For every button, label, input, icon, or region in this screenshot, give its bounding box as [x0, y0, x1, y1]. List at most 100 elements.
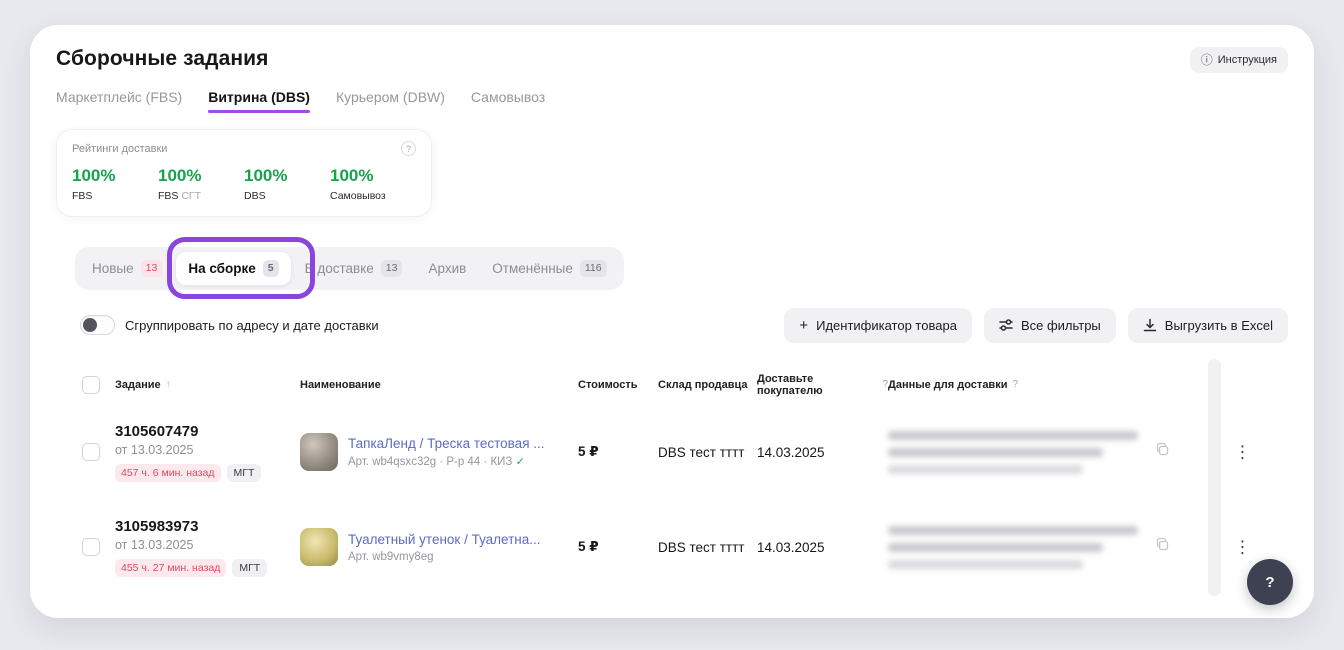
redacted-address-line	[888, 526, 1138, 535]
instruction-button[interactable]: ⓘ Инструкция	[1190, 47, 1288, 73]
row-menu-icon[interactable]: ⋮	[1230, 440, 1256, 465]
status-tab-archive[interactable]: Архив	[416, 253, 478, 284]
select-all-checkbox[interactable]	[82, 376, 100, 394]
filters-icon	[999, 318, 1013, 332]
tab-marketplace-fbs[interactable]: Маркетплейс (FBS)	[56, 89, 182, 117]
rating-dbs: 100% DBS	[244, 166, 330, 202]
redacted-address-line	[888, 448, 1103, 457]
sort-up-icon[interactable]: ↑	[166, 379, 171, 390]
product-id-button[interactable]: + Идентификатор товара	[784, 308, 972, 343]
all-filters-button-label: Все фильтры	[1021, 318, 1101, 333]
time-ago-badge: 455 ч. 27 мин. назад	[115, 559, 226, 577]
rating-label: Самовывоз	[330, 190, 416, 202]
delivery-data-help-icon[interactable]: ?	[1012, 379, 1018, 390]
info-icon: ⓘ	[1201, 54, 1213, 66]
row-checkbox[interactable]	[82, 538, 100, 556]
rating-pickup: 100% Самовывоз	[330, 166, 416, 202]
header-price: Стоимость	[578, 379, 638, 391]
export-excel-button-label: Выгрузить в Excel	[1165, 318, 1273, 333]
product-link[interactable]: ТапкаЛенд / Треска тестовая ...	[348, 436, 545, 451]
rating-label: FBS	[72, 190, 158, 202]
instruction-button-label: Инструкция	[1218, 54, 1277, 66]
deliver-by-cell: 14.03.2025	[757, 445, 888, 460]
redacted-address-line	[888, 465, 1083, 474]
copy-icon[interactable]	[1155, 537, 1170, 557]
status-tab-count: 116	[580, 260, 607, 277]
status-tab-new[interactable]: Новые 13	[80, 252, 174, 285]
price-cell: 5 ₽	[578, 539, 658, 555]
task-id[interactable]: 3105607479	[115, 423, 300, 440]
redacted-address-line	[888, 560, 1083, 569]
export-excel-button[interactable]: Выгрузить в Excel	[1128, 308, 1288, 343]
warehouse-cell: DBS тест тттт	[658, 540, 757, 555]
rating-fbs-sgt: 100% FBS СГТ	[158, 166, 244, 202]
status-tab-count: 13	[141, 260, 163, 277]
copy-icon[interactable]	[1155, 442, 1170, 462]
tasks-table: Задание ↑ Наименование Стоимость Склад п…	[56, 365, 1288, 595]
mgt-badge: МГТ	[227, 464, 262, 482]
group-toggle-label: Сгруппировать по адресу и дате доставки	[125, 318, 379, 333]
rating-value: 100%	[244, 166, 330, 186]
status-tab-label: На сборке	[188, 261, 255, 276]
rating-label-main: FBS	[158, 190, 178, 202]
tab-label: Курьером (DBW)	[336, 89, 445, 105]
product-link[interactable]: Туалетный утенок / Туалетна...	[348, 532, 541, 547]
price-cell: 5 ₽	[578, 444, 658, 460]
delivery-data-cell-redacted	[888, 431, 1138, 474]
header-deliver-by: Доставьте покупателю	[757, 373, 877, 397]
mgt-badge: МГТ	[232, 559, 267, 577]
header-name: Наименование	[300, 379, 381, 391]
row-checkbox[interactable]	[82, 443, 100, 461]
active-tab-underline	[208, 110, 310, 113]
status-tab-assembling[interactable]: На сборке 5	[176, 252, 290, 285]
status-tabs-wrap: Новые 13 На сборке 5 В доставке 13 Архив…	[75, 247, 624, 290]
help-fab-button[interactable]: ?	[1247, 559, 1293, 605]
tab-label: Витрина (DBS)	[208, 89, 310, 105]
product-sku-text: Арт. wb9vmy8eg	[348, 551, 434, 563]
ratings-help-icon[interactable]: ?	[401, 141, 416, 156]
status-tab-cancelled[interactable]: Отменённые 116	[480, 252, 618, 285]
product-thumbnail[interactable]	[300, 433, 338, 471]
toggle-knob	[83, 318, 97, 332]
rating-value: 100%	[72, 166, 158, 186]
task-date: от 13.03.2025	[115, 538, 300, 552]
status-tab-label: В доставке	[305, 261, 374, 276]
time-ago-badge: 457 ч. 6 мин. назад	[115, 464, 221, 482]
page-title: Сборочные задания	[56, 47, 269, 71]
redacted-address-line	[888, 431, 1138, 440]
task-date: от 13.03.2025	[115, 443, 300, 457]
status-tab-count: 5	[263, 260, 279, 277]
status-tab-label: Новые	[92, 261, 134, 276]
status-tabs: Новые 13 На сборке 5 В доставке 13 Архив…	[75, 247, 624, 290]
rating-label: FBS СГТ	[158, 190, 244, 202]
plus-icon: +	[799, 318, 808, 333]
tab-vitrina-dbs[interactable]: Витрина (DBS)	[208, 89, 310, 117]
task-id[interactable]: 3105983973	[115, 518, 300, 535]
header-task[interactable]: Задание	[115, 379, 161, 391]
product-sku: Арт. wb9vmy8eg	[348, 551, 541, 563]
tab-pickup[interactable]: Самовывоз	[471, 89, 545, 117]
table-row: 3105983973 от 13.03.2025 455 ч. 27 мин. …	[56, 500, 1288, 595]
all-filters-button[interactable]: Все фильтры	[984, 308, 1116, 343]
delivery-data-cell-redacted	[888, 526, 1138, 569]
product-sku: Арт. wb4qsxc32g · Р-р 44 · КИЗ ✓	[348, 455, 545, 468]
kiz-check-icon: ✓	[516, 456, 525, 468]
tab-courier-dbw[interactable]: Курьером (DBW)	[336, 89, 445, 117]
tab-label: Маркетплейс (FBS)	[56, 89, 182, 105]
status-tab-label: Отменённые	[492, 261, 573, 276]
table-row: 3105607479 от 13.03.2025 457 ч. 6 мин. н…	[56, 405, 1288, 500]
status-tab-in-delivery[interactable]: В доставке 13	[293, 252, 415, 285]
ratings-title: Рейтинги доставки	[72, 143, 167, 155]
warehouse-cell: DBS тест тттт	[658, 445, 757, 460]
assembly-tasks-page: Сборочные задания ⓘ Инструкция Маркетпле…	[30, 25, 1314, 618]
status-tab-label: Архив	[428, 261, 466, 276]
product-thumbnail[interactable]	[300, 528, 338, 566]
rating-fbs: 100% FBS	[72, 166, 158, 202]
row-menu-icon[interactable]: ⋮	[1230, 535, 1256, 560]
redacted-address-line	[888, 543, 1103, 552]
table-header-row: Задание ↑ Наименование Стоимость Склад п…	[56, 365, 1288, 405]
page-header: Сборочные задания ⓘ Инструкция	[30, 25, 1314, 73]
group-by-address-toggle[interactable]	[80, 315, 115, 335]
header-delivery-data: Данные для доставки	[888, 379, 1007, 391]
rating-value: 100%	[158, 166, 244, 186]
